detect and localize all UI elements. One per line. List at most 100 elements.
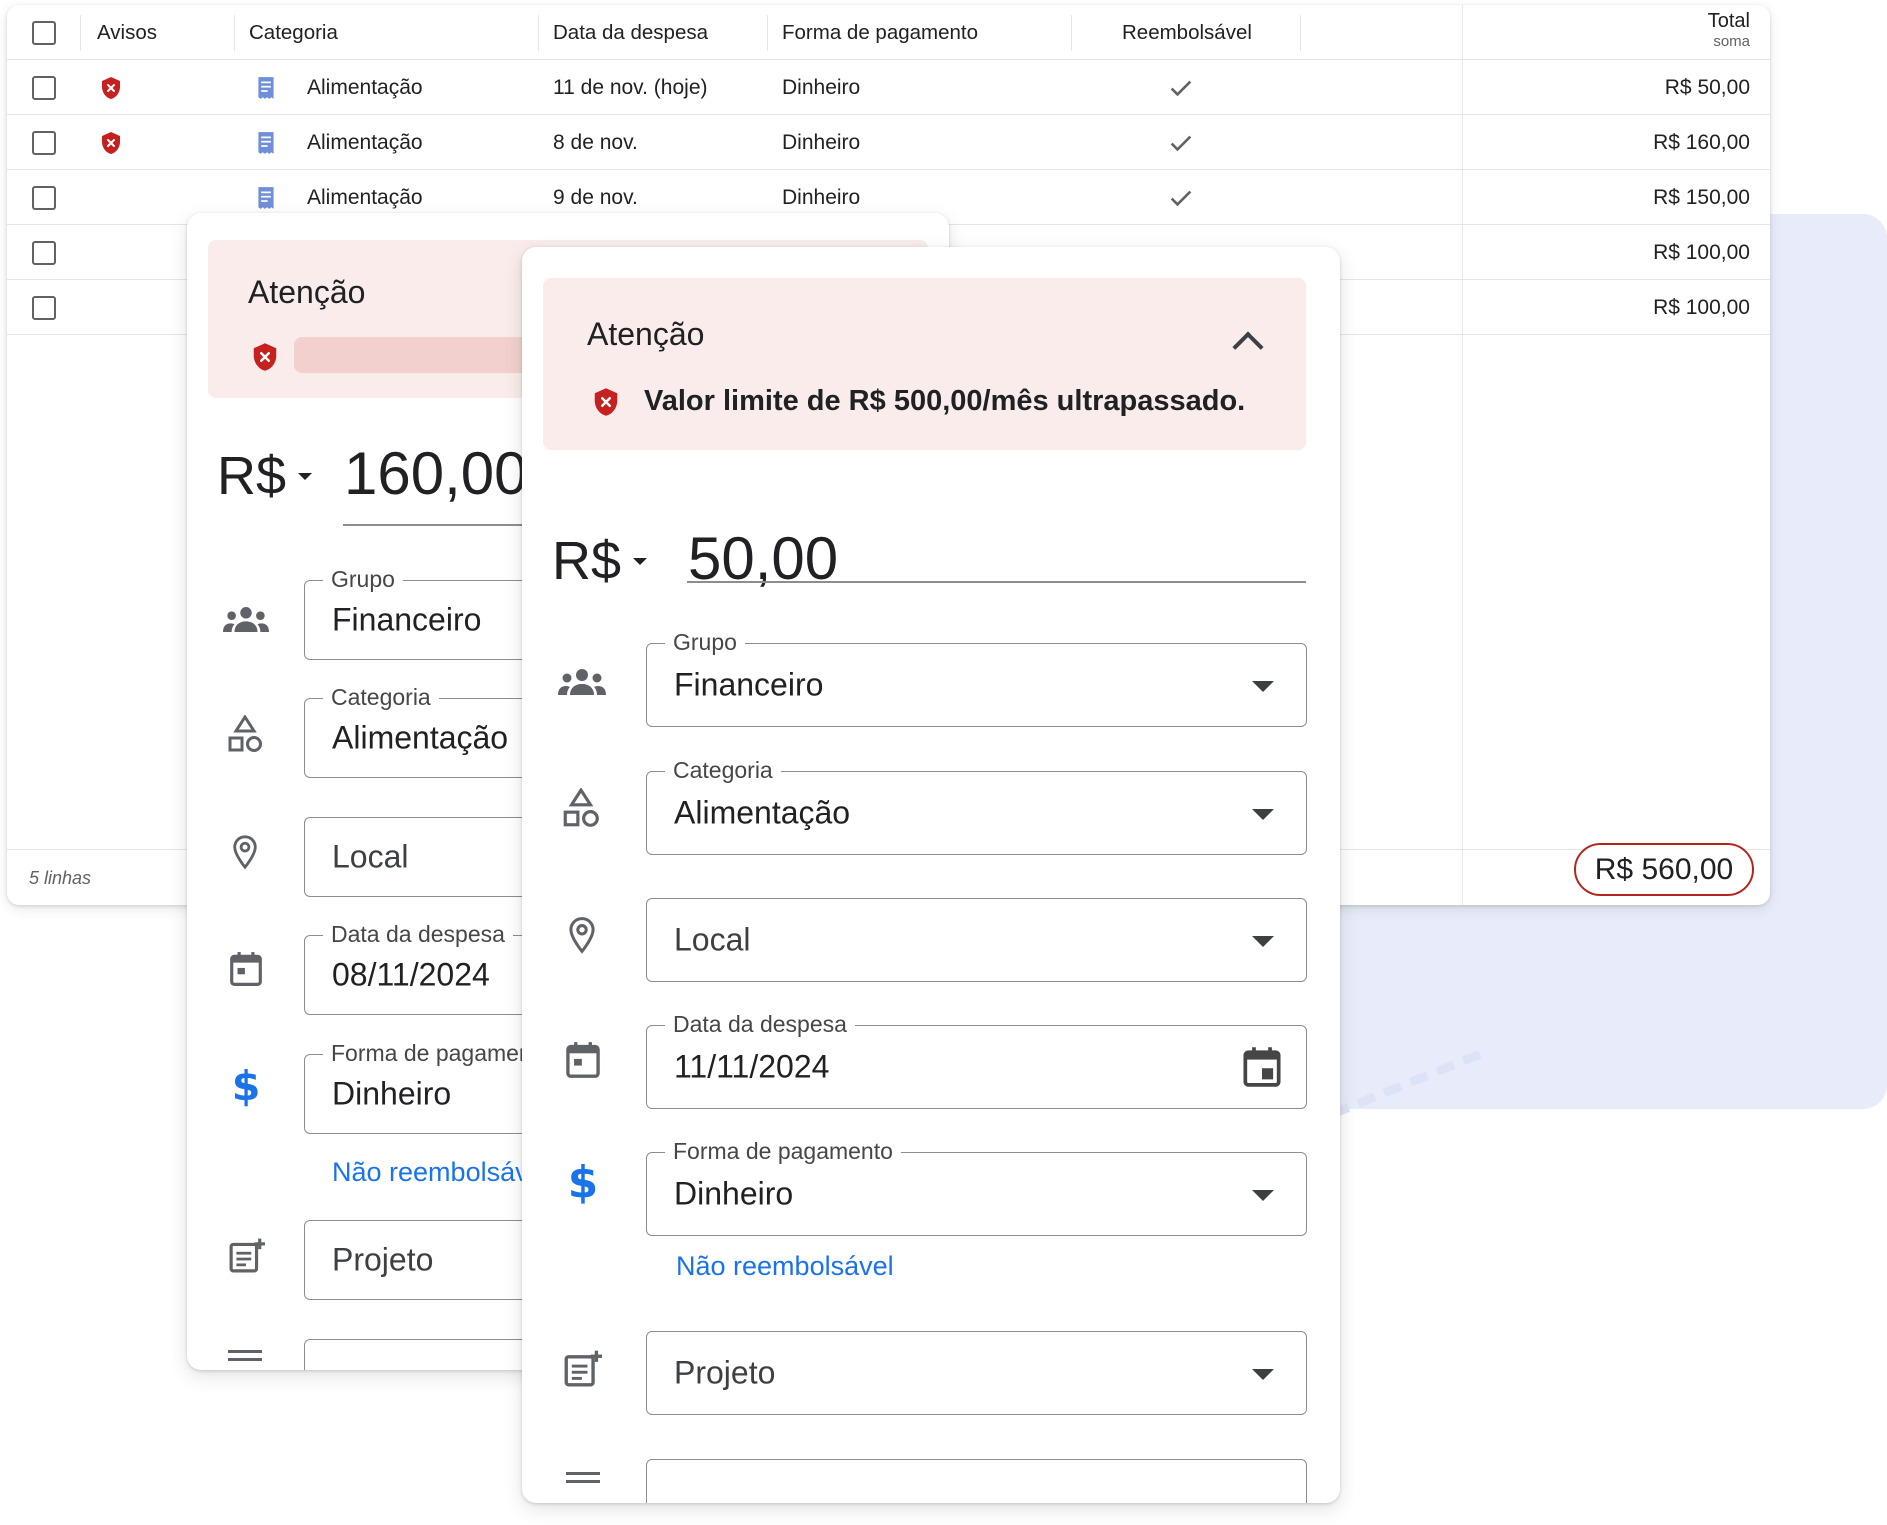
data-despesa-label: Data da despesa bbox=[323, 921, 513, 948]
projeto-select[interactable]: Projeto bbox=[646, 1331, 1307, 1415]
local-placeholder: Local bbox=[332, 838, 409, 875]
row-total: R$ 100,00 bbox=[1653, 295, 1750, 319]
check-icon bbox=[1167, 74, 1195, 102]
reembolsavel-toggle-link[interactable]: Não reembolsáv bbox=[332, 1157, 529, 1188]
forma-pagamento-label: Forma de pagamento bbox=[665, 1138, 901, 1165]
header-forma-pagamento[interactable]: Forma de pagamento bbox=[782, 5, 978, 60]
group-icon bbox=[223, 605, 269, 634]
currency-selector[interactable]: R$ bbox=[217, 445, 313, 507]
notes-icon bbox=[227, 1349, 263, 1369]
forma-pagamento-value: Dinheiro bbox=[332, 1075, 452, 1112]
shield-error-icon bbox=[99, 131, 123, 155]
grupo-label: Grupo bbox=[323, 566, 403, 593]
dropdown-caret-icon[interactable] bbox=[1252, 1369, 1274, 1380]
calendar-picker-icon[interactable] bbox=[1242, 1046, 1282, 1088]
descricao-field[interactable] bbox=[646, 1459, 1307, 1503]
table-row[interactable]: Alimentação 8 de nov. Dinheiro R$ 160,00 bbox=[7, 115, 1770, 170]
amount-underline bbox=[687, 581, 1306, 583]
grupo-label: Grupo bbox=[665, 629, 745, 656]
table-header-row: Avisos Categoria Data da despesa Forma d… bbox=[7, 5, 1770, 60]
group-icon bbox=[558, 667, 606, 697]
dropdown-caret-icon[interactable] bbox=[1252, 936, 1274, 947]
row-forma: Dinheiro bbox=[782, 130, 861, 154]
reembolsavel-toggle-link[interactable]: Não reembolsável bbox=[676, 1251, 894, 1282]
notes-icon bbox=[565, 1471, 601, 1491]
chevron-up-icon[interactable] bbox=[1232, 331, 1264, 363]
note-add-icon bbox=[229, 1237, 265, 1273]
header-avisos[interactable]: Avisos bbox=[97, 5, 157, 60]
dropdown-caret-icon bbox=[298, 472, 313, 480]
currency-symbol: R$ bbox=[552, 531, 622, 591]
alert-title: Atenção bbox=[587, 316, 705, 352]
row-forma: Dinheiro bbox=[782, 75, 861, 99]
forma-pagamento-value: Dinheiro bbox=[674, 1175, 794, 1212]
forma-pagamento-select[interactable]: Forma de pagamento Dinheiro bbox=[646, 1138, 1307, 1236]
categoria-label: Categoria bbox=[323, 684, 439, 711]
shield-error-icon bbox=[99, 76, 123, 100]
header-data-despesa[interactable]: Data da despesa bbox=[553, 5, 708, 60]
row-checkbox-icon[interactable] bbox=[32, 75, 56, 100]
grupo-value: Financeiro bbox=[332, 601, 482, 638]
categoria-select[interactable]: Categoria Alimentação bbox=[646, 757, 1307, 855]
alert-message: Valor limite de R$ 500,00/mês ultrapassa… bbox=[644, 385, 1246, 417]
data-despesa-label: Data da despesa bbox=[665, 1011, 855, 1038]
category-shapes-icon bbox=[562, 788, 600, 830]
row-checkbox-icon[interactable] bbox=[32, 185, 56, 210]
forma-pagamento-label: Forma de pagamen bbox=[323, 1040, 540, 1067]
calendar-icon bbox=[565, 1041, 601, 1079]
dropdown-caret-icon[interactable] bbox=[1252, 1190, 1274, 1201]
select-all-checkbox-icon[interactable] bbox=[32, 20, 56, 45]
projeto-placeholder: Projeto bbox=[674, 1354, 776, 1391]
dollar-icon bbox=[233, 1064, 259, 1108]
local-placeholder: Local bbox=[674, 921, 751, 958]
receipt-icon bbox=[253, 185, 279, 211]
local-select[interactable]: Local bbox=[646, 898, 1307, 982]
data-despesa-field[interactable]: Data da despesa 11/11/2024 bbox=[646, 1011, 1307, 1109]
row-categoria: Alimentação bbox=[307, 130, 423, 154]
row-total: R$ 160,00 bbox=[1653, 130, 1750, 154]
categoria-label: Categoria bbox=[665, 757, 781, 784]
data-despesa-value: 11/11/2024 bbox=[674, 1048, 830, 1085]
alert-title: Atenção bbox=[248, 274, 366, 310]
currency-symbol: R$ bbox=[217, 446, 287, 506]
grupo-value: Financeiro bbox=[674, 666, 824, 703]
shield-error-icon bbox=[250, 340, 280, 374]
grupo-select[interactable]: Grupo Financeiro bbox=[646, 629, 1307, 727]
location-pin-icon bbox=[568, 916, 596, 954]
dropdown-caret-icon[interactable] bbox=[1252, 809, 1274, 820]
amount-input[interactable]: 160,00 bbox=[344, 439, 528, 508]
row-count: 5 linhas bbox=[29, 868, 92, 888]
row-data: 11 de nov. (hoje) bbox=[553, 75, 708, 99]
row-total: R$ 50,00 bbox=[1664, 75, 1750, 99]
dropdown-caret-icon bbox=[633, 557, 648, 565]
row-checkbox-icon[interactable] bbox=[32, 130, 56, 155]
data-despesa-value: 08/11/2024 bbox=[332, 956, 490, 993]
row-total: R$ 150,00 bbox=[1653, 185, 1750, 209]
check-icon bbox=[1167, 129, 1195, 157]
category-shapes-icon bbox=[227, 715, 263, 755]
calendar-icon bbox=[229, 951, 263, 987]
receipt-icon bbox=[253, 130, 279, 156]
header-reembolsavel[interactable]: Reembolsável bbox=[1122, 5, 1252, 60]
categoria-value: Alimentação bbox=[332, 719, 509, 756]
row-checkbox-icon[interactable] bbox=[32, 295, 56, 320]
check-icon bbox=[1167, 184, 1195, 212]
shield-error-icon bbox=[591, 385, 621, 419]
currency-selector[interactable]: R$ bbox=[552, 530, 648, 592]
projeto-placeholder: Projeto bbox=[332, 1241, 434, 1278]
header-total-sub: soma bbox=[1713, 33, 1750, 50]
note-add-icon bbox=[564, 1349, 602, 1387]
categoria-value: Alimentação bbox=[674, 794, 851, 831]
dropdown-caret-icon[interactable] bbox=[1252, 681, 1274, 692]
total-sum-chip: R$ 560,00 bbox=[1574, 843, 1754, 896]
header-total-label: Total bbox=[1707, 10, 1750, 32]
alert-panel: Atenção Valor limite de R$ 500,00/mês ul… bbox=[543, 278, 1306, 450]
receipt-icon bbox=[253, 75, 279, 101]
row-checkbox-icon[interactable] bbox=[32, 240, 56, 265]
table-row[interactable]: Alimentação 11 de nov. (hoje) Dinheiro R… bbox=[7, 60, 1770, 115]
dollar-icon bbox=[569, 1159, 597, 1205]
header-total[interactable]: Total soma bbox=[1708, 11, 1750, 49]
header-categoria[interactable]: Categoria bbox=[249, 5, 338, 60]
expense-card-front[interactable]: Atenção Valor limite de R$ 500,00/mês ul… bbox=[522, 247, 1340, 1503]
location-pin-icon bbox=[232, 834, 258, 870]
